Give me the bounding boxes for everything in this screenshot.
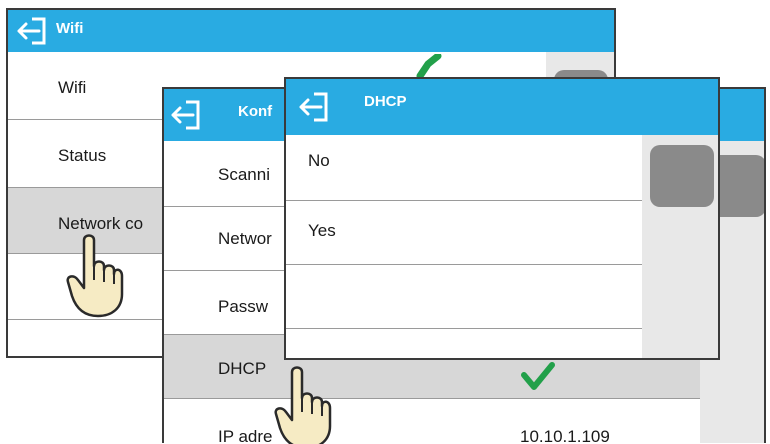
dhcp-option-label: Yes (308, 221, 336, 240)
config-item-label: Passw (218, 297, 269, 316)
wifi-titlebar: Wifi (8, 10, 614, 52)
dhcp-option-label: No (308, 151, 330, 170)
dhcp-window: DHCP No Yes (284, 77, 720, 360)
ip-address-value: 10.10.1.109 (520, 427, 610, 443)
config-item-ip-address[interactable]: IP adre 10.10.1.109 (164, 399, 700, 443)
config-title: Konf (238, 103, 273, 120)
dhcp-option-no[interactable]: No (286, 135, 642, 201)
dhcp-option-yes[interactable]: Yes (286, 201, 642, 265)
config-item-label: IP adre (218, 427, 273, 443)
check-icon (521, 362, 555, 390)
dhcp-title: DHCP (364, 93, 407, 110)
wifi-title: Wifi (56, 20, 84, 37)
wifi-item-label: Status (58, 146, 107, 165)
back-arrow-icon[interactable] (14, 16, 50, 46)
config-item-label: DHCP (218, 359, 267, 378)
dhcp-scrollbar[interactable] (642, 135, 718, 358)
back-arrow-icon[interactable] (296, 91, 332, 123)
check-icon (416, 54, 442, 78)
back-arrow-icon[interactable] (168, 99, 204, 131)
dhcp-option-empty[interactable] (286, 265, 642, 329)
pointing-hand-icon (274, 366, 332, 444)
config-item-label: Scanni (218, 165, 270, 184)
wifi-item-label: Wifi (58, 78, 87, 97)
dhcp-titlebar: DHCP (286, 79, 718, 135)
wifi-item-label: Network co (58, 214, 144, 233)
dhcp-scroll-thumb[interactable] (650, 145, 714, 207)
dhcp-option-empty[interactable] (286, 329, 642, 358)
pointing-hand-icon (66, 234, 124, 318)
config-item-label: Networ (218, 229, 272, 248)
